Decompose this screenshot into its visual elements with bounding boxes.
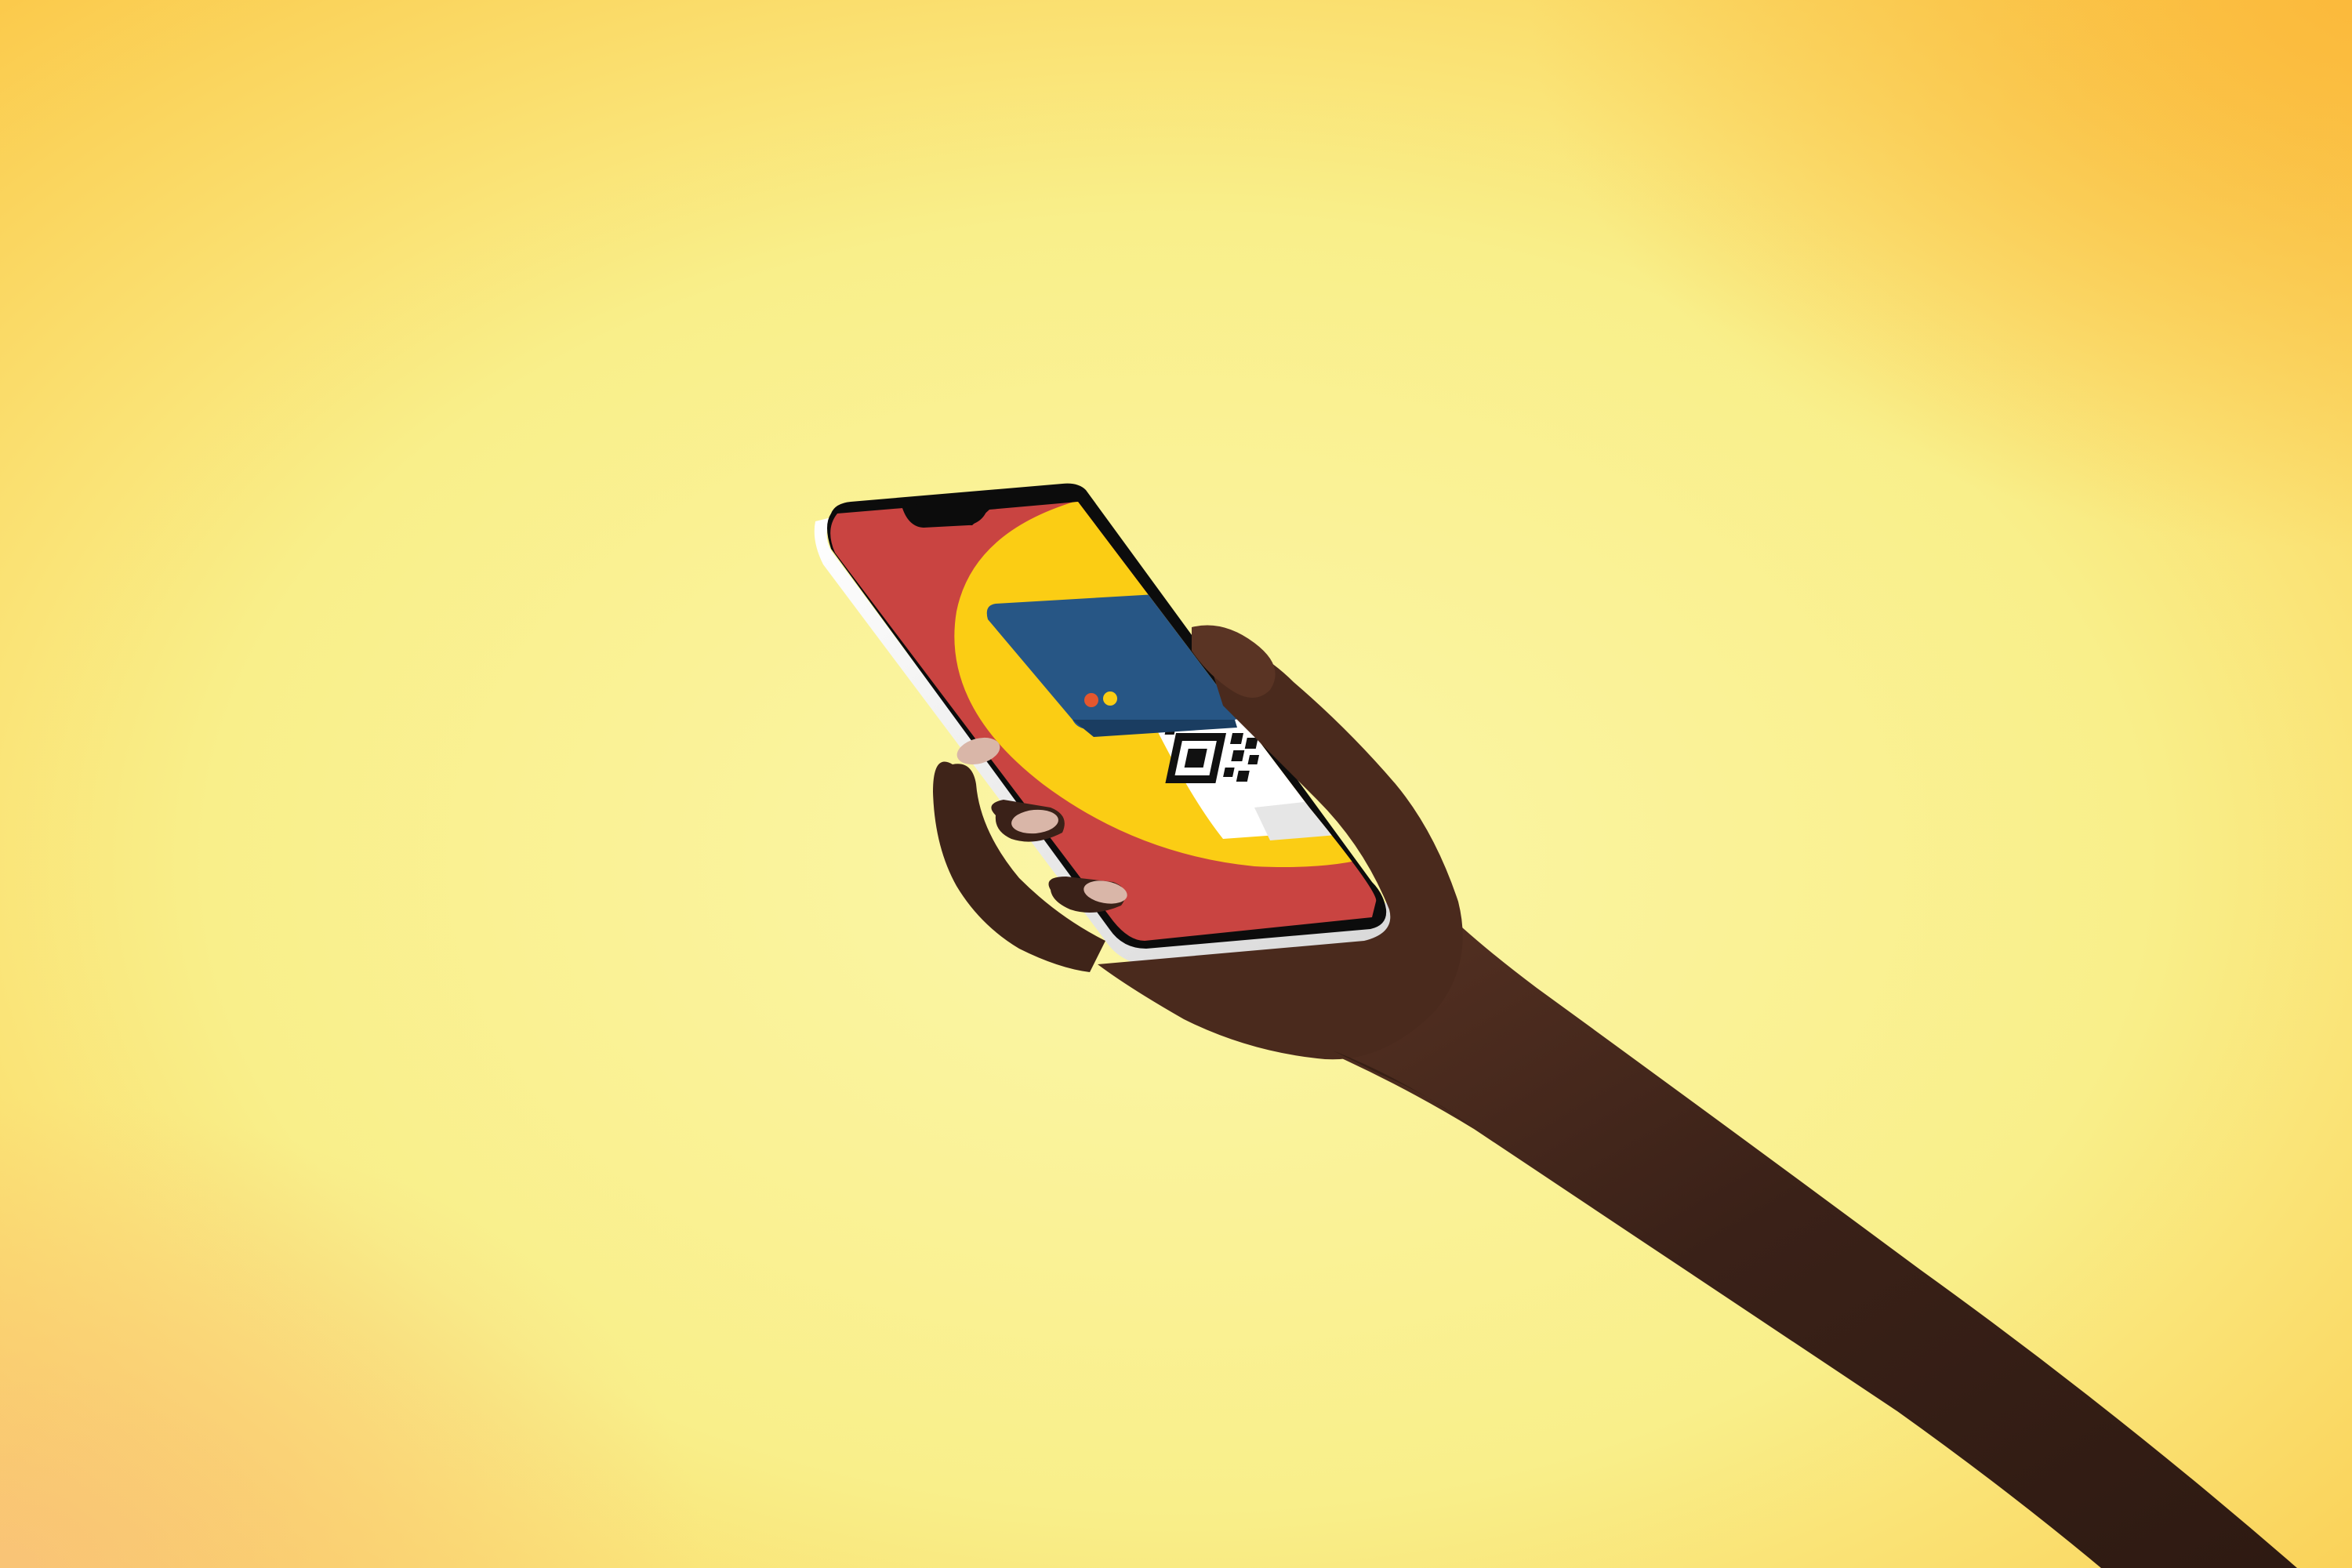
dot-indicator-icon (1103, 691, 1117, 706)
dot-indicator-icon (1084, 693, 1098, 707)
scene (0, 0, 2352, 1568)
scene-svg (0, 0, 2352, 1568)
